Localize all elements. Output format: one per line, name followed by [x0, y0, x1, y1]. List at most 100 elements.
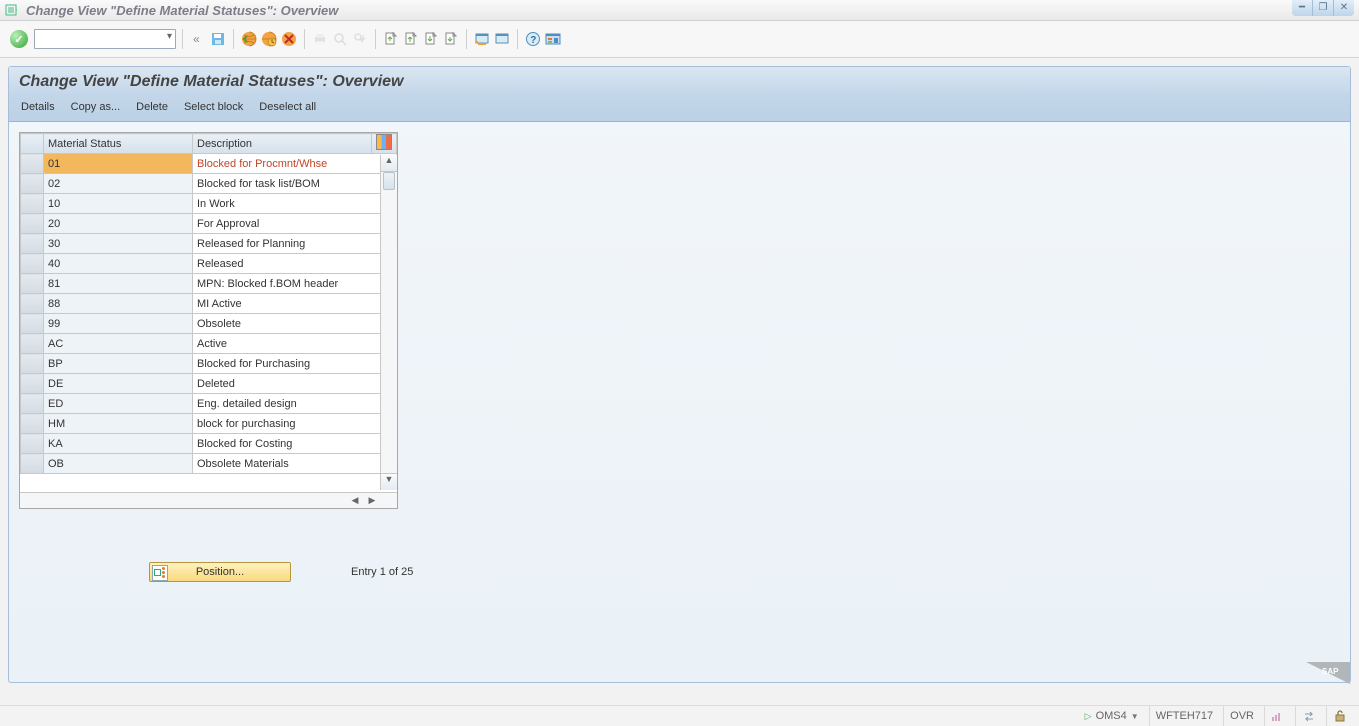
copy-as-button[interactable]: Copy as...: [71, 101, 121, 113]
deselect-all-button[interactable]: Deselect all: [259, 101, 316, 113]
cell-description[interactable]: Blocked for Purchasing: [193, 354, 397, 374]
select-block-button[interactable]: Select block: [184, 101, 243, 113]
save-icon[interactable]: [209, 30, 227, 48]
table-row[interactable]: KABlocked for Costing: [21, 434, 397, 454]
row-selector[interactable]: [21, 374, 44, 394]
first-page-icon[interactable]: [382, 30, 400, 48]
cell-description[interactable]: Released: [193, 254, 397, 274]
table-row[interactable]: 20For Approval: [21, 214, 397, 234]
cell-material-status[interactable]: KA: [44, 434, 193, 454]
status-transfer-icon[interactable]: [1302, 709, 1316, 723]
configure-columns-icon[interactable]: [372, 134, 397, 154]
cell-description[interactable]: In Work: [193, 194, 397, 214]
table-row[interactable]: DEDeleted: [21, 374, 397, 394]
back-icon[interactable]: «: [189, 30, 207, 48]
table-row[interactable]: 81MPN: Blocked f.BOM header: [21, 274, 397, 294]
cell-description[interactable]: Deleted: [193, 374, 397, 394]
maximize-button[interactable]: ❐: [1312, 0, 1333, 16]
cancel-globe-icon[interactable]: [280, 30, 298, 48]
vertical-scrollbar[interactable]: ▲ ▼: [380, 155, 397, 490]
horizontal-scrollbar[interactable]: ◀ ▶: [20, 492, 397, 508]
select-all-header[interactable]: [21, 134, 44, 154]
row-selector[interactable]: [21, 274, 44, 294]
table-row[interactable]: OBObsolete Materials: [21, 454, 397, 474]
scroll-down-icon[interactable]: ▼: [381, 473, 397, 490]
table-row[interactable]: BPBlocked for Purchasing: [21, 354, 397, 374]
row-selector[interactable]: [21, 294, 44, 314]
enter-icon[interactable]: ✓: [10, 30, 28, 48]
cell-description[interactable]: Released for Planning: [193, 234, 397, 254]
cell-material-status[interactable]: BP: [44, 354, 193, 374]
row-selector[interactable]: [21, 194, 44, 214]
help-icon[interactable]: ?: [524, 30, 542, 48]
cell-description[interactable]: block for purchasing: [193, 414, 397, 434]
last-page-icon[interactable]: [442, 30, 460, 48]
table-row[interactable]: 99Obsolete: [21, 314, 397, 334]
cell-material-status[interactable]: 99: [44, 314, 193, 334]
table-row[interactable]: EDEng. detailed design: [21, 394, 397, 414]
cell-description[interactable]: Blocked for Procmnt/Whse: [193, 154, 397, 174]
menu-icon[interactable]: [4, 3, 18, 17]
column-header-description[interactable]: Description: [193, 134, 372, 154]
next-page-icon[interactable]: [422, 30, 440, 48]
cell-description[interactable]: Active: [193, 334, 397, 354]
cell-description[interactable]: For Approval: [193, 214, 397, 234]
cell-material-status[interactable]: OB: [44, 454, 193, 474]
row-selector[interactable]: [21, 414, 44, 434]
scroll-up-icon[interactable]: ▲: [381, 155, 397, 172]
scroll-left-icon[interactable]: ◀: [348, 493, 362, 507]
scroll-thumb[interactable]: [383, 172, 395, 190]
details-button[interactable]: Details: [21, 101, 55, 113]
table-row[interactable]: 30Released for Planning: [21, 234, 397, 254]
cell-description[interactable]: MPN: Blocked f.BOM header: [193, 274, 397, 294]
prev-page-icon[interactable]: [402, 30, 420, 48]
cell-material-status[interactable]: 01: [44, 154, 193, 174]
row-selector[interactable]: [21, 454, 44, 474]
row-selector[interactable]: [21, 174, 44, 194]
row-selector[interactable]: [21, 334, 44, 354]
exit-globe-icon[interactable]: [260, 30, 278, 48]
table-row[interactable]: 10In Work: [21, 194, 397, 214]
minimize-button[interactable]: ━: [1292, 0, 1312, 16]
table-row[interactable]: 40Released: [21, 254, 397, 274]
cell-material-status[interactable]: 81: [44, 274, 193, 294]
cell-description[interactable]: Blocked for Costing: [193, 434, 397, 454]
column-header-status[interactable]: Material Status: [44, 134, 193, 154]
back-globe-icon[interactable]: [240, 30, 258, 48]
command-field[interactable]: [34, 29, 176, 49]
row-selector[interactable]: [21, 214, 44, 234]
cell-material-status[interactable]: HM: [44, 414, 193, 434]
delete-button[interactable]: Delete: [136, 101, 168, 113]
row-selector[interactable]: [21, 154, 44, 174]
row-selector[interactable]: [21, 434, 44, 454]
status-run-icon[interactable]: ▷: [1085, 711, 1092, 722]
cell-material-status[interactable]: 02: [44, 174, 193, 194]
cell-material-status[interactable]: DE: [44, 374, 193, 394]
new-session-icon[interactable]: [473, 30, 491, 48]
layout-icon[interactable]: [544, 30, 562, 48]
row-selector[interactable]: [21, 234, 44, 254]
table-row[interactable]: HMblock for purchasing: [21, 414, 397, 434]
tcode-dropdown-icon[interactable]: ▼: [1131, 712, 1139, 721]
position-button[interactable]: Position...: [149, 562, 291, 582]
scroll-right-icon[interactable]: ▶: [365, 493, 379, 507]
status-signal-icon[interactable]: [1271, 709, 1285, 723]
cell-material-status[interactable]: 40: [44, 254, 193, 274]
cell-material-status[interactable]: 10: [44, 194, 193, 214]
cell-material-status[interactable]: 30: [44, 234, 193, 254]
table-row[interactable]: 02Blocked for task list/BOM: [21, 174, 397, 194]
table-row[interactable]: ACActive: [21, 334, 397, 354]
row-selector[interactable]: [21, 314, 44, 334]
cell-material-status[interactable]: 88: [44, 294, 193, 314]
cell-description[interactable]: Blocked for task list/BOM: [193, 174, 397, 194]
row-selector[interactable]: [21, 254, 44, 274]
row-selector[interactable]: [21, 354, 44, 374]
cell-material-status[interactable]: AC: [44, 334, 193, 354]
shortcut-icon[interactable]: [493, 30, 511, 48]
status-lock-icon[interactable]: [1333, 709, 1347, 723]
table-row[interactable]: 88MI Active: [21, 294, 397, 314]
cell-description[interactable]: MI Active: [193, 294, 397, 314]
cell-description[interactable]: Eng. detailed design: [193, 394, 397, 414]
cell-description[interactable]: Obsolete: [193, 314, 397, 334]
table-row[interactable]: 01Blocked for Procmnt/Whse: [21, 154, 397, 174]
